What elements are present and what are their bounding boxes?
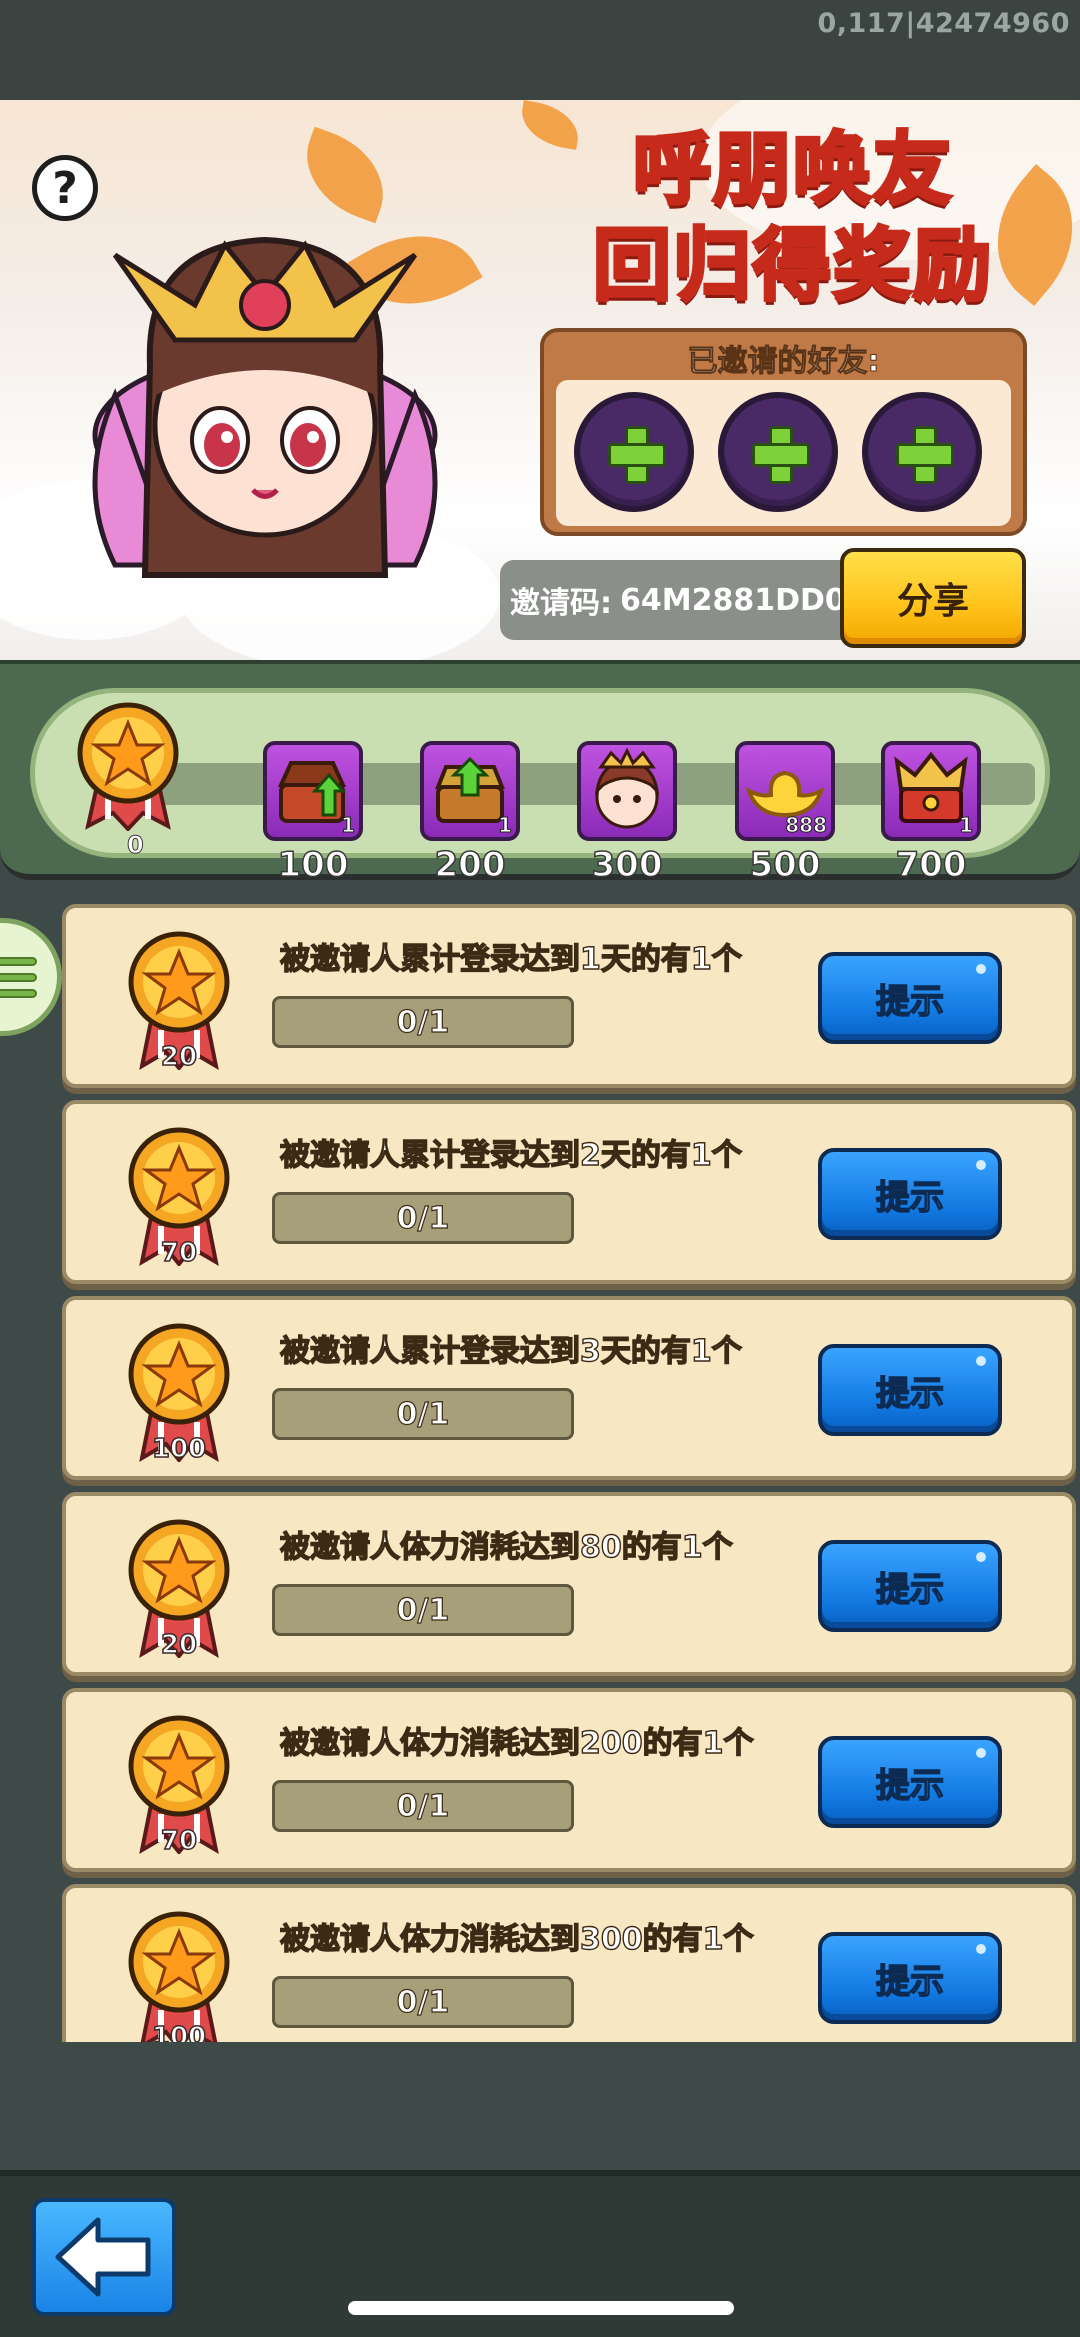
task-row: 20 被邀请人体力消耗达到80的有1个 0/1 提示 xyxy=(62,1492,1076,1676)
reward-amount: 20 xyxy=(160,1041,198,1073)
task-list[interactable]: 20 被邀请人累计登录达到1天的有1个 0/1 提示 70 被邀请人累计登录达到… xyxy=(62,902,1080,2042)
hint-button[interactable]: 提示 xyxy=(818,1736,1002,1828)
add-friend-slot-3[interactable] xyxy=(862,392,982,512)
invite-code-label: 邀请码: xyxy=(510,586,612,621)
share-button[interactable]: 分享 xyxy=(840,548,1026,648)
task-description: 被邀请人累计登录达到3天的有1个 xyxy=(279,1333,742,1369)
title-line-2: 回归得奖励 xyxy=(591,219,993,313)
side-menu-tab[interactable] xyxy=(0,918,62,1036)
task-progress-bar: 0/1 xyxy=(272,1388,574,1440)
plus-icon xyxy=(896,426,954,484)
crown-chest-icon: 1 xyxy=(881,741,981,841)
reward-amount: 70 xyxy=(160,1825,198,1857)
home-indicator xyxy=(348,2301,734,2315)
menu-lines-icon xyxy=(0,957,37,1005)
task-progress-bar: 0/1 xyxy=(272,1976,574,2028)
milestone-qty: 1 xyxy=(959,813,974,838)
hero-avatar-icon xyxy=(577,741,677,841)
milestone-qty: 888 xyxy=(785,813,828,838)
chest-level-up-icon: 1 xyxy=(263,741,363,841)
plus-icon xyxy=(752,426,810,484)
hint-button[interactable]: 提示 xyxy=(818,952,1002,1044)
star-medal-icon xyxy=(77,702,179,831)
hero-portrait-image xyxy=(92,236,438,578)
task-description: 被邀请人体力消耗达到80的有1个 xyxy=(279,1529,733,1565)
invite-banner: ? 呼朋唤友 回归得奖励 已邀请的好友: 邀请码: 64M2881DD0 分享 xyxy=(0,100,1080,660)
task-progress-bar: 0/1 xyxy=(272,1584,574,1636)
task-progress-bar: 0/1 xyxy=(272,1780,574,1832)
task-row: 100 被邀请人体力消耗达到300的有1个 0/1 提示 xyxy=(62,1884,1076,2042)
hint-button[interactable]: 提示 xyxy=(818,1344,1002,1436)
add-friend-slot-2[interactable] xyxy=(718,392,838,512)
task-row: 20 被邀请人累计登录达到1天的有1个 0/1 提示 xyxy=(62,904,1076,1088)
task-row: 100 被邀请人累计登录达到3天的有1个 0/1 提示 xyxy=(62,1296,1076,1480)
task-description: 被邀请人累计登录达到2天的有1个 xyxy=(279,1137,742,1173)
milestone-300[interactable]: 300 xyxy=(577,741,677,886)
reward-amount: 100 xyxy=(151,2021,207,2042)
hint-button[interactable]: 提示 xyxy=(818,1148,1002,1240)
task-description: 被邀请人体力消耗达到200的有1个 xyxy=(279,1725,754,1761)
reward-progress-panel: 0 1 100 1 200 300 888 500 1 700 xyxy=(0,660,1080,886)
plus-icon xyxy=(608,426,666,484)
invited-friends-label: 已邀请的好友: xyxy=(687,344,880,380)
back-arrow-icon xyxy=(55,2217,151,2297)
gold-ingot-icon: 888 xyxy=(735,741,835,841)
milestone-value: 100 xyxy=(277,844,349,886)
milestone-200[interactable]: 1 200 xyxy=(420,741,520,886)
milestone-500[interactable]: 888 500 xyxy=(735,741,835,886)
back-button[interactable] xyxy=(32,2198,176,2316)
task-progress-bar: 0/1 xyxy=(272,996,574,1048)
system-info-text: 0,117|42474960 xyxy=(817,8,1070,39)
task-row: 70 被邀请人累计登录达到2天的有1个 0/1 提示 xyxy=(62,1100,1076,1284)
invite-code-bar: 邀请码: 64M2881DD0 xyxy=(500,560,850,640)
milestone-value: 200 xyxy=(434,844,506,886)
reward-amount: 70 xyxy=(160,1237,198,1269)
milestone-value: 500 xyxy=(749,844,821,886)
milestone-100[interactable]: 1 100 xyxy=(263,741,363,886)
title-line-1: 呼朋唤友 xyxy=(631,123,953,217)
reward-amount: 100 xyxy=(151,1433,207,1465)
invited-friends-panel: 已邀请的好友: xyxy=(540,328,1027,536)
milestone-qty: 1 xyxy=(341,813,356,838)
invite-code-value: 64M2881DD0 xyxy=(620,582,846,618)
current-medal-count: 0 xyxy=(127,831,145,860)
reward-amount: 20 xyxy=(160,1629,198,1661)
hint-button[interactable]: 提示 xyxy=(818,1540,1002,1632)
task-description: 被邀请人体力消耗达到300的有1个 xyxy=(279,1921,754,1957)
status-bar: 0,117|42474960 xyxy=(0,0,1080,100)
task-description: 被邀请人累计登录达到1天的有1个 xyxy=(279,941,742,977)
friend-slots xyxy=(556,380,1011,526)
add-friend-slot-1[interactable] xyxy=(574,392,694,512)
progress-track: 0 1 100 1 200 300 888 500 1 700 xyxy=(30,688,1050,886)
milestone-qty: 1 xyxy=(498,813,513,838)
task-progress-bar: 0/1 xyxy=(272,1192,574,1244)
milestone-value: 300 xyxy=(591,844,663,886)
banner-title: 呼朋唤友 回归得奖励 xyxy=(558,122,1028,314)
hint-button[interactable]: 提示 xyxy=(818,1932,1002,2024)
chest-upgrade-icon: 1 xyxy=(420,741,520,841)
task-row: 70 被邀请人体力消耗达到200的有1个 0/1 提示 xyxy=(62,1688,1076,1872)
milestone-700[interactable]: 1 700 xyxy=(881,741,981,886)
milestone-value: 700 xyxy=(895,844,967,886)
